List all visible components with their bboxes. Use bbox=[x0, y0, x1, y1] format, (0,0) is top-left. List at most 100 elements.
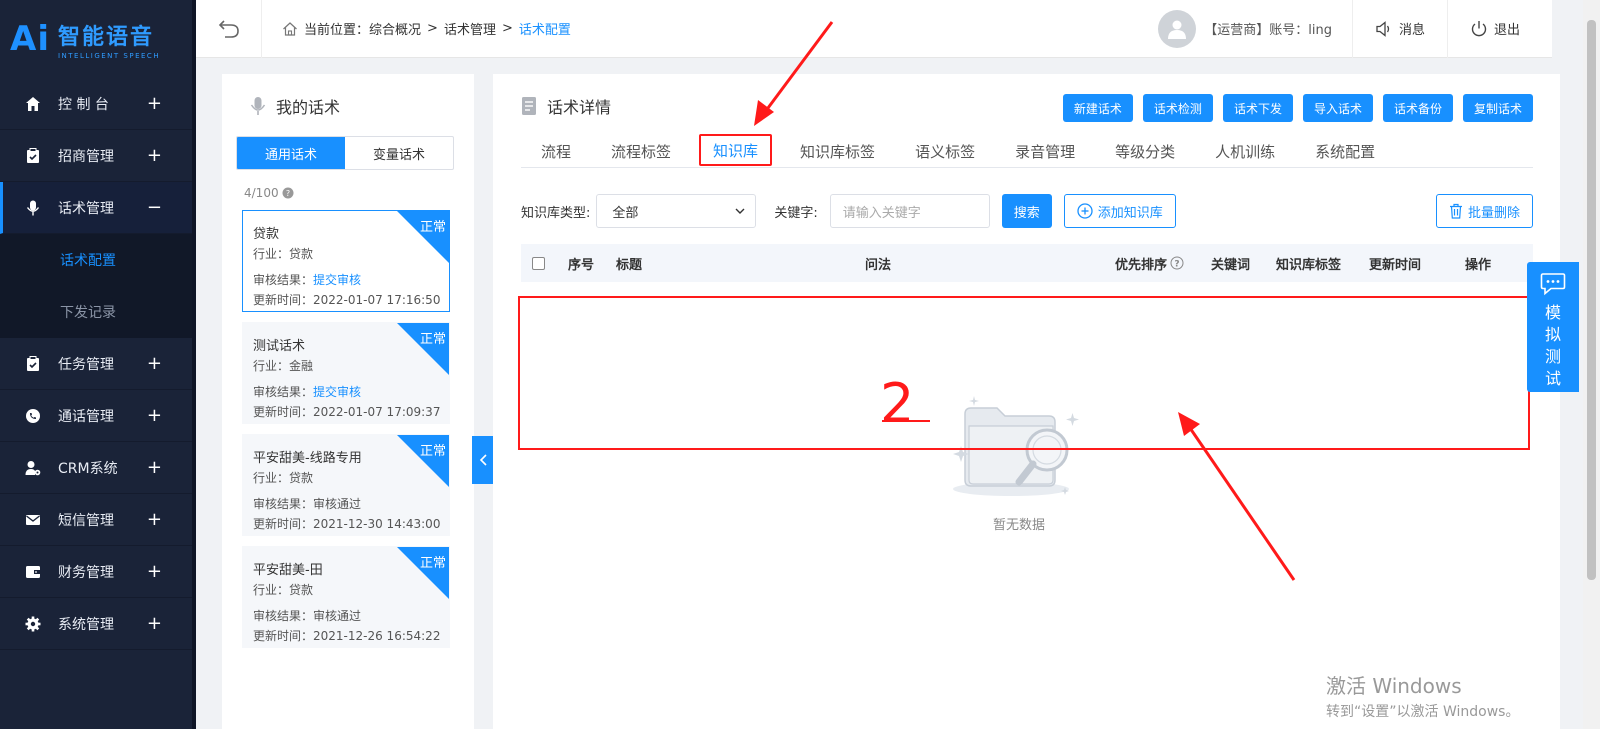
knowledge-type-select[interactable]: 全部 bbox=[596, 194, 757, 228]
tab-semantic-tags[interactable]: 语义标签 bbox=[895, 134, 995, 168]
vertical-scrollbar[interactable] bbox=[1583, 0, 1600, 729]
logo-subtitle: INTELLIGENT SPEECH bbox=[57, 51, 161, 60]
scrollbar-thumb[interactable] bbox=[1587, 20, 1596, 580]
logout-label: 退出 bbox=[1493, 23, 1520, 38]
message-label: 消息 bbox=[1398, 23, 1425, 38]
expand-icon[interactable]: + bbox=[147, 509, 162, 530]
script-card[interactable]: 贷款 行业：贷款 审核结果：提交审核 更新时间：2022-01-07 17:16:50… bbox=[242, 210, 450, 312]
action-buttons: 新建话术 话术检测 话术下发 导入话术 话术备份 复制话术 bbox=[1062, 94, 1533, 122]
backup-script-button[interactable]: 话术备份 bbox=[1382, 94, 1453, 122]
dispatch-script-button[interactable]: 话术下发 bbox=[1222, 94, 1293, 122]
copy-script-button[interactable]: 复制话术 bbox=[1462, 94, 1533, 122]
script-count: 4/100 ? bbox=[244, 186, 474, 200]
submenu-item-dispatch-log[interactable]: 下发记录 bbox=[0, 286, 192, 338]
script-count-value: 4/100 bbox=[244, 186, 279, 200]
sidebar-item-crm[interactable]: CRM系统 + bbox=[0, 442, 192, 494]
simulate-test-button[interactable]: 模 拟 测 试 bbox=[1527, 262, 1579, 392]
audit-result: 审核通过 bbox=[313, 497, 362, 511]
panel-title-text: 话术详情 bbox=[547, 98, 612, 117]
account-info: 【运营商】账号：ling bbox=[1204, 0, 1353, 58]
breadcrumb-item[interactable]: 综合概况 bbox=[369, 19, 421, 38]
tab-general-script[interactable]: 通用话术 bbox=[237, 137, 345, 169]
expand-icon[interactable]: + bbox=[147, 613, 162, 634]
plus-circle-icon bbox=[1077, 203, 1093, 219]
tab-flow[interactable]: 流程 bbox=[521, 134, 591, 168]
tab-variable-script[interactable]: 变量话术 bbox=[345, 137, 453, 169]
expand-icon[interactable]: + bbox=[147, 353, 162, 374]
column-header: 知识库标签 bbox=[1276, 257, 1342, 273]
help-circle-icon[interactable]: ? bbox=[1170, 256, 1184, 270]
phone-circle-icon bbox=[24, 407, 42, 425]
tab-training[interactable]: 人机训练 bbox=[1195, 134, 1295, 168]
breadcrumb-item[interactable]: 话术管理 bbox=[444, 19, 496, 38]
audit-result[interactable]: 提交审核 bbox=[313, 385, 361, 399]
svg-text:?: ? bbox=[1174, 260, 1179, 270]
add-knowledge-label: 添加知识库 bbox=[1097, 205, 1163, 221]
tab-flow-tags[interactable]: 流程标签 bbox=[591, 134, 691, 168]
script-audit: 审核结果：审核通过 bbox=[253, 609, 362, 623]
sidebar-item-console[interactable]: 控 制 台 + bbox=[0, 78, 192, 130]
sidebar-item-system[interactable]: 系统管理 + bbox=[0, 598, 192, 650]
sidebar-item-finance[interactable]: 财务管理 + bbox=[0, 546, 192, 598]
expand-icon[interactable]: + bbox=[147, 145, 162, 166]
detail-tabs: 流程 流程标签 知识库 知识库标签 语义标签 录音管理 等级分类 人机训练 系统… bbox=[521, 134, 1533, 168]
import-script-button[interactable]: 导入话术 bbox=[1302, 94, 1373, 122]
mail-icon bbox=[24, 511, 42, 529]
sidebar-item-label: 财务管理 bbox=[58, 564, 114, 581]
expand-icon[interactable]: + bbox=[147, 93, 162, 114]
table-header: 序号 标题 问法 优先排序 ? 关键词 知识库标签 更新时间 操作 bbox=[521, 244, 1533, 282]
sidebar-item-script[interactable]: 话术管理 − bbox=[0, 182, 192, 234]
tab-recordings[interactable]: 录音管理 bbox=[995, 134, 1095, 168]
script-audit: 审核结果：审核通过 bbox=[253, 497, 362, 511]
keyword-input[interactable]: 请输入关键字 bbox=[829, 194, 990, 228]
filter-bar: 知识库类型: 全部 关键字: 请输入关键字 搜索 添加知识库 批量删除 bbox=[521, 194, 1533, 228]
logo-mark: Ai bbox=[10, 19, 50, 59]
tab-knowledge-tags[interactable]: 知识库标签 bbox=[780, 134, 895, 168]
type-label: 知识库类型: bbox=[521, 205, 591, 221]
script-card[interactable]: 平安甜美-田 行业：贷款 审核结果：审核通过 更新时间：2021-12-26 16:5… bbox=[242, 546, 450, 648]
sidebar-item-merchant[interactable]: 招商管理 + bbox=[0, 130, 192, 182]
chevron-left-icon bbox=[479, 454, 487, 466]
select-all-checkbox[interactable] bbox=[532, 256, 545, 270]
tab-grade-classification[interactable]: 等级分类 bbox=[1095, 134, 1195, 168]
status-badge: 正常 bbox=[419, 556, 446, 571]
expand-icon[interactable]: + bbox=[147, 457, 162, 478]
search-button[interactable]: 搜索 bbox=[1001, 194, 1052, 228]
sidebar-item-call[interactable]: 通话管理 + bbox=[0, 390, 192, 442]
chevron-down-icon bbox=[735, 208, 745, 214]
sidebar-item-sms[interactable]: 短信管理 + bbox=[0, 494, 192, 546]
submenu-item-script-config[interactable]: 话术配置 bbox=[0, 234, 192, 286]
back-button[interactable] bbox=[196, 0, 262, 58]
tab-system-config[interactable]: 系统配置 bbox=[1295, 134, 1395, 168]
script-card[interactable]: 平安甜美-线路专用 行业：贷款 审核结果：审核通过 更新时间：2021-12-30 1… bbox=[242, 434, 450, 536]
chat-bubble-icon bbox=[1540, 273, 1566, 296]
top-header: 当前位置： 综合概况 > 话术管理 > 话术配置 【运营商】账号：ling 消息… bbox=[196, 0, 1552, 58]
new-script-button[interactable]: 新建话术 bbox=[1062, 94, 1133, 122]
sidebar-item-label: 话术管理 bbox=[58, 200, 114, 217]
logout-button[interactable]: 退出 bbox=[1448, 0, 1552, 58]
column-header: 序号 bbox=[568, 257, 595, 273]
sidebar-item-task[interactable]: 任务管理 + bbox=[0, 338, 192, 390]
help-icon[interactable]: ? bbox=[282, 187, 294, 199]
script-card[interactable]: 测试话术 行业：金融 审核结果：提交审核 更新时间：2022-01-07 17:09:… bbox=[242, 322, 450, 424]
empty-text: 暂无数据 bbox=[992, 518, 1045, 533]
script-updated-time: 更新时间：2021-12-26 16:54:22 bbox=[253, 629, 441, 643]
header-right: 【运营商】账号：ling 消息 退出 bbox=[1158, 0, 1552, 58]
collapse-icon[interactable]: − bbox=[147, 197, 162, 218]
breadcrumb-separator: > bbox=[501, 21, 513, 36]
panel-title: 话术详情 bbox=[521, 94, 611, 118]
add-knowledge-button[interactable]: 添加知识库 bbox=[1063, 194, 1176, 228]
batch-delete-button[interactable]: 批量删除 bbox=[1435, 194, 1533, 228]
breadcrumb: 当前位置： 综合概况 > 话术管理 > 话术配置 bbox=[262, 19, 571, 38]
sidebar-item-label: 控 制 台 bbox=[58, 96, 109, 113]
check-script-button[interactable]: 话术检测 bbox=[1142, 94, 1213, 122]
message-button[interactable]: 消息 bbox=[1353, 0, 1448, 58]
user-icon bbox=[1168, 20, 1187, 39]
expand-icon[interactable]: + bbox=[147, 405, 162, 426]
wallet-icon bbox=[24, 563, 42, 581]
expand-icon[interactable]: + bbox=[147, 561, 162, 582]
audit-result[interactable]: 提交审核 bbox=[313, 273, 361, 287]
sidebar-item-label: 系统管理 bbox=[58, 616, 114, 633]
tab-knowledge-base[interactable]: 知识库 bbox=[699, 134, 773, 166]
avatar[interactable] bbox=[1158, 9, 1197, 48]
